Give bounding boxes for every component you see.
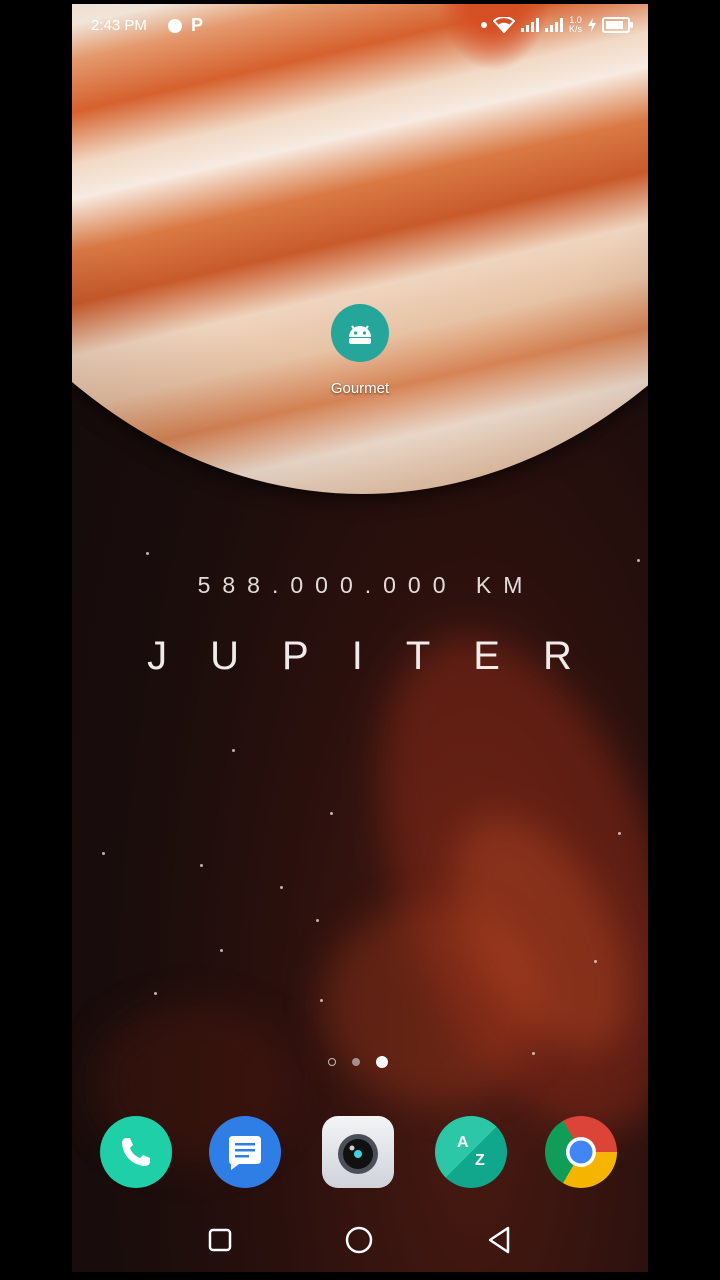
- star: [637, 559, 640, 562]
- chrome-icon: [545, 1116, 617, 1188]
- planet-distance: 588.000.000 KM: [197, 572, 535, 598]
- dock-chrome-app[interactable]: [545, 1116, 621, 1192]
- star: [220, 949, 223, 952]
- home-screen: 588.000.000 KM JUPITER 2:43 PM P 1.0 K/s: [72, 4, 648, 1272]
- small-dot-icon: [480, 22, 487, 28]
- signal-icon: [544, 18, 563, 32]
- star: [618, 832, 621, 835]
- home-icon[interactable]: [345, 1226, 373, 1254]
- back-icon[interactable]: [486, 1225, 512, 1255]
- status-bar: 2:43 PM P 1.0 K/s: [72, 4, 648, 48]
- star: [200, 864, 203, 867]
- star: [102, 852, 105, 855]
- star: [532, 1052, 535, 1055]
- battery-icon: [602, 17, 633, 33]
- p-app-icon: P: [191, 15, 204, 35]
- page-dot[interactable]: [352, 1058, 360, 1066]
- recents-icon[interactable]: [208, 1228, 232, 1252]
- charging-icon: [588, 18, 596, 32]
- wifi-icon: [492, 17, 515, 33]
- az-letter-a: A: [457, 1134, 469, 1151]
- dock-camera-app[interactable]: [322, 1116, 398, 1192]
- camera-icon: [322, 1116, 394, 1188]
- navigation-bar: [72, 1210, 648, 1272]
- planet-name: JUPITER: [147, 634, 615, 678]
- net-speed-unit: K/s: [568, 24, 582, 34]
- status-time: 2:43 PM: [91, 17, 147, 34]
- star: [320, 999, 323, 1002]
- dock-phone-app[interactable]: [100, 1116, 176, 1192]
- az-letter-z: Z: [475, 1152, 485, 1169]
- app-label: Gourmet: [330, 380, 390, 397]
- star: [594, 960, 597, 963]
- planet-shading: [72, 4, 648, 494]
- page-indicator: [328, 1056, 388, 1068]
- star: [280, 886, 283, 889]
- app-gourmet[interactable]: Gourmet: [312, 304, 408, 397]
- dock-az-app[interactable]: A Z: [435, 1116, 511, 1192]
- star: [146, 552, 149, 555]
- message-icon: [209, 1116, 281, 1188]
- signal-icon: [520, 18, 539, 32]
- notification-dot-icon: [168, 19, 182, 33]
- star: [316, 919, 319, 922]
- android-icon: [331, 304, 389, 362]
- net-speed: 1.0 K/s: [569, 16, 582, 34]
- star: [330, 812, 333, 815]
- star: [154, 992, 157, 995]
- phone-icon: [100, 1116, 172, 1188]
- page-dot[interactable]: [328, 1058, 336, 1066]
- dock-messages-app[interactable]: [209, 1116, 285, 1192]
- star: [232, 749, 235, 752]
- status-icons: 1.0 K/s: [480, 16, 633, 34]
- az-icon: A Z: [435, 1116, 507, 1188]
- page-dot-active[interactable]: [376, 1056, 388, 1068]
